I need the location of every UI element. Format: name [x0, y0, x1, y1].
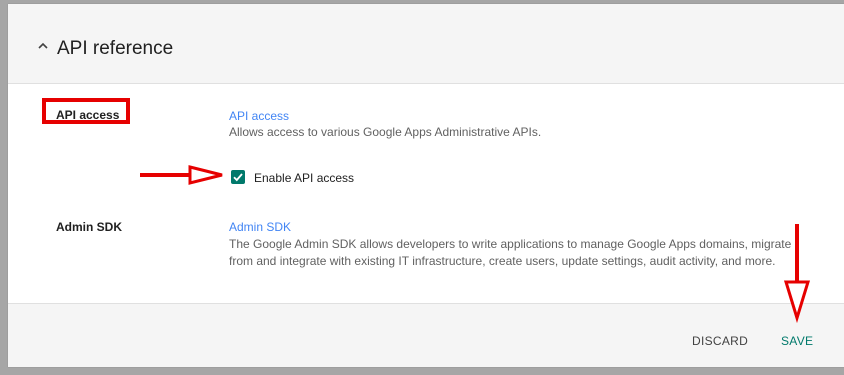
section-header[interactable]: API reference — [8, 4, 844, 84]
admin-sdk-link[interactable]: Admin SDK — [229, 220, 291, 234]
action-footer: DISCARD SAVE — [8, 303, 844, 367]
chevron-up-icon[interactable] — [37, 40, 49, 52]
row-label-admin-sdk: Admin SDK — [56, 220, 122, 234]
annotation-highlight-box — [42, 98, 130, 124]
checkmark-icon — [233, 173, 243, 182]
api-access-link[interactable]: API access — [229, 109, 289, 123]
discard-button[interactable]: DISCARD — [692, 334, 748, 348]
section-title: API reference — [57, 38, 174, 59]
enable-api-access-label[interactable]: Enable API access — [254, 171, 354, 185]
enable-api-access-checkbox[interactable] — [231, 170, 245, 184]
api-access-description: Allows access to various Google Apps Adm… — [229, 125, 542, 139]
api-reference-card: API reference API access API access Allo… — [8, 4, 844, 367]
admin-sdk-description: The Google Admin SDK allows developers t… — [229, 237, 792, 268]
save-button[interactable]: SAVE — [781, 334, 813, 348]
